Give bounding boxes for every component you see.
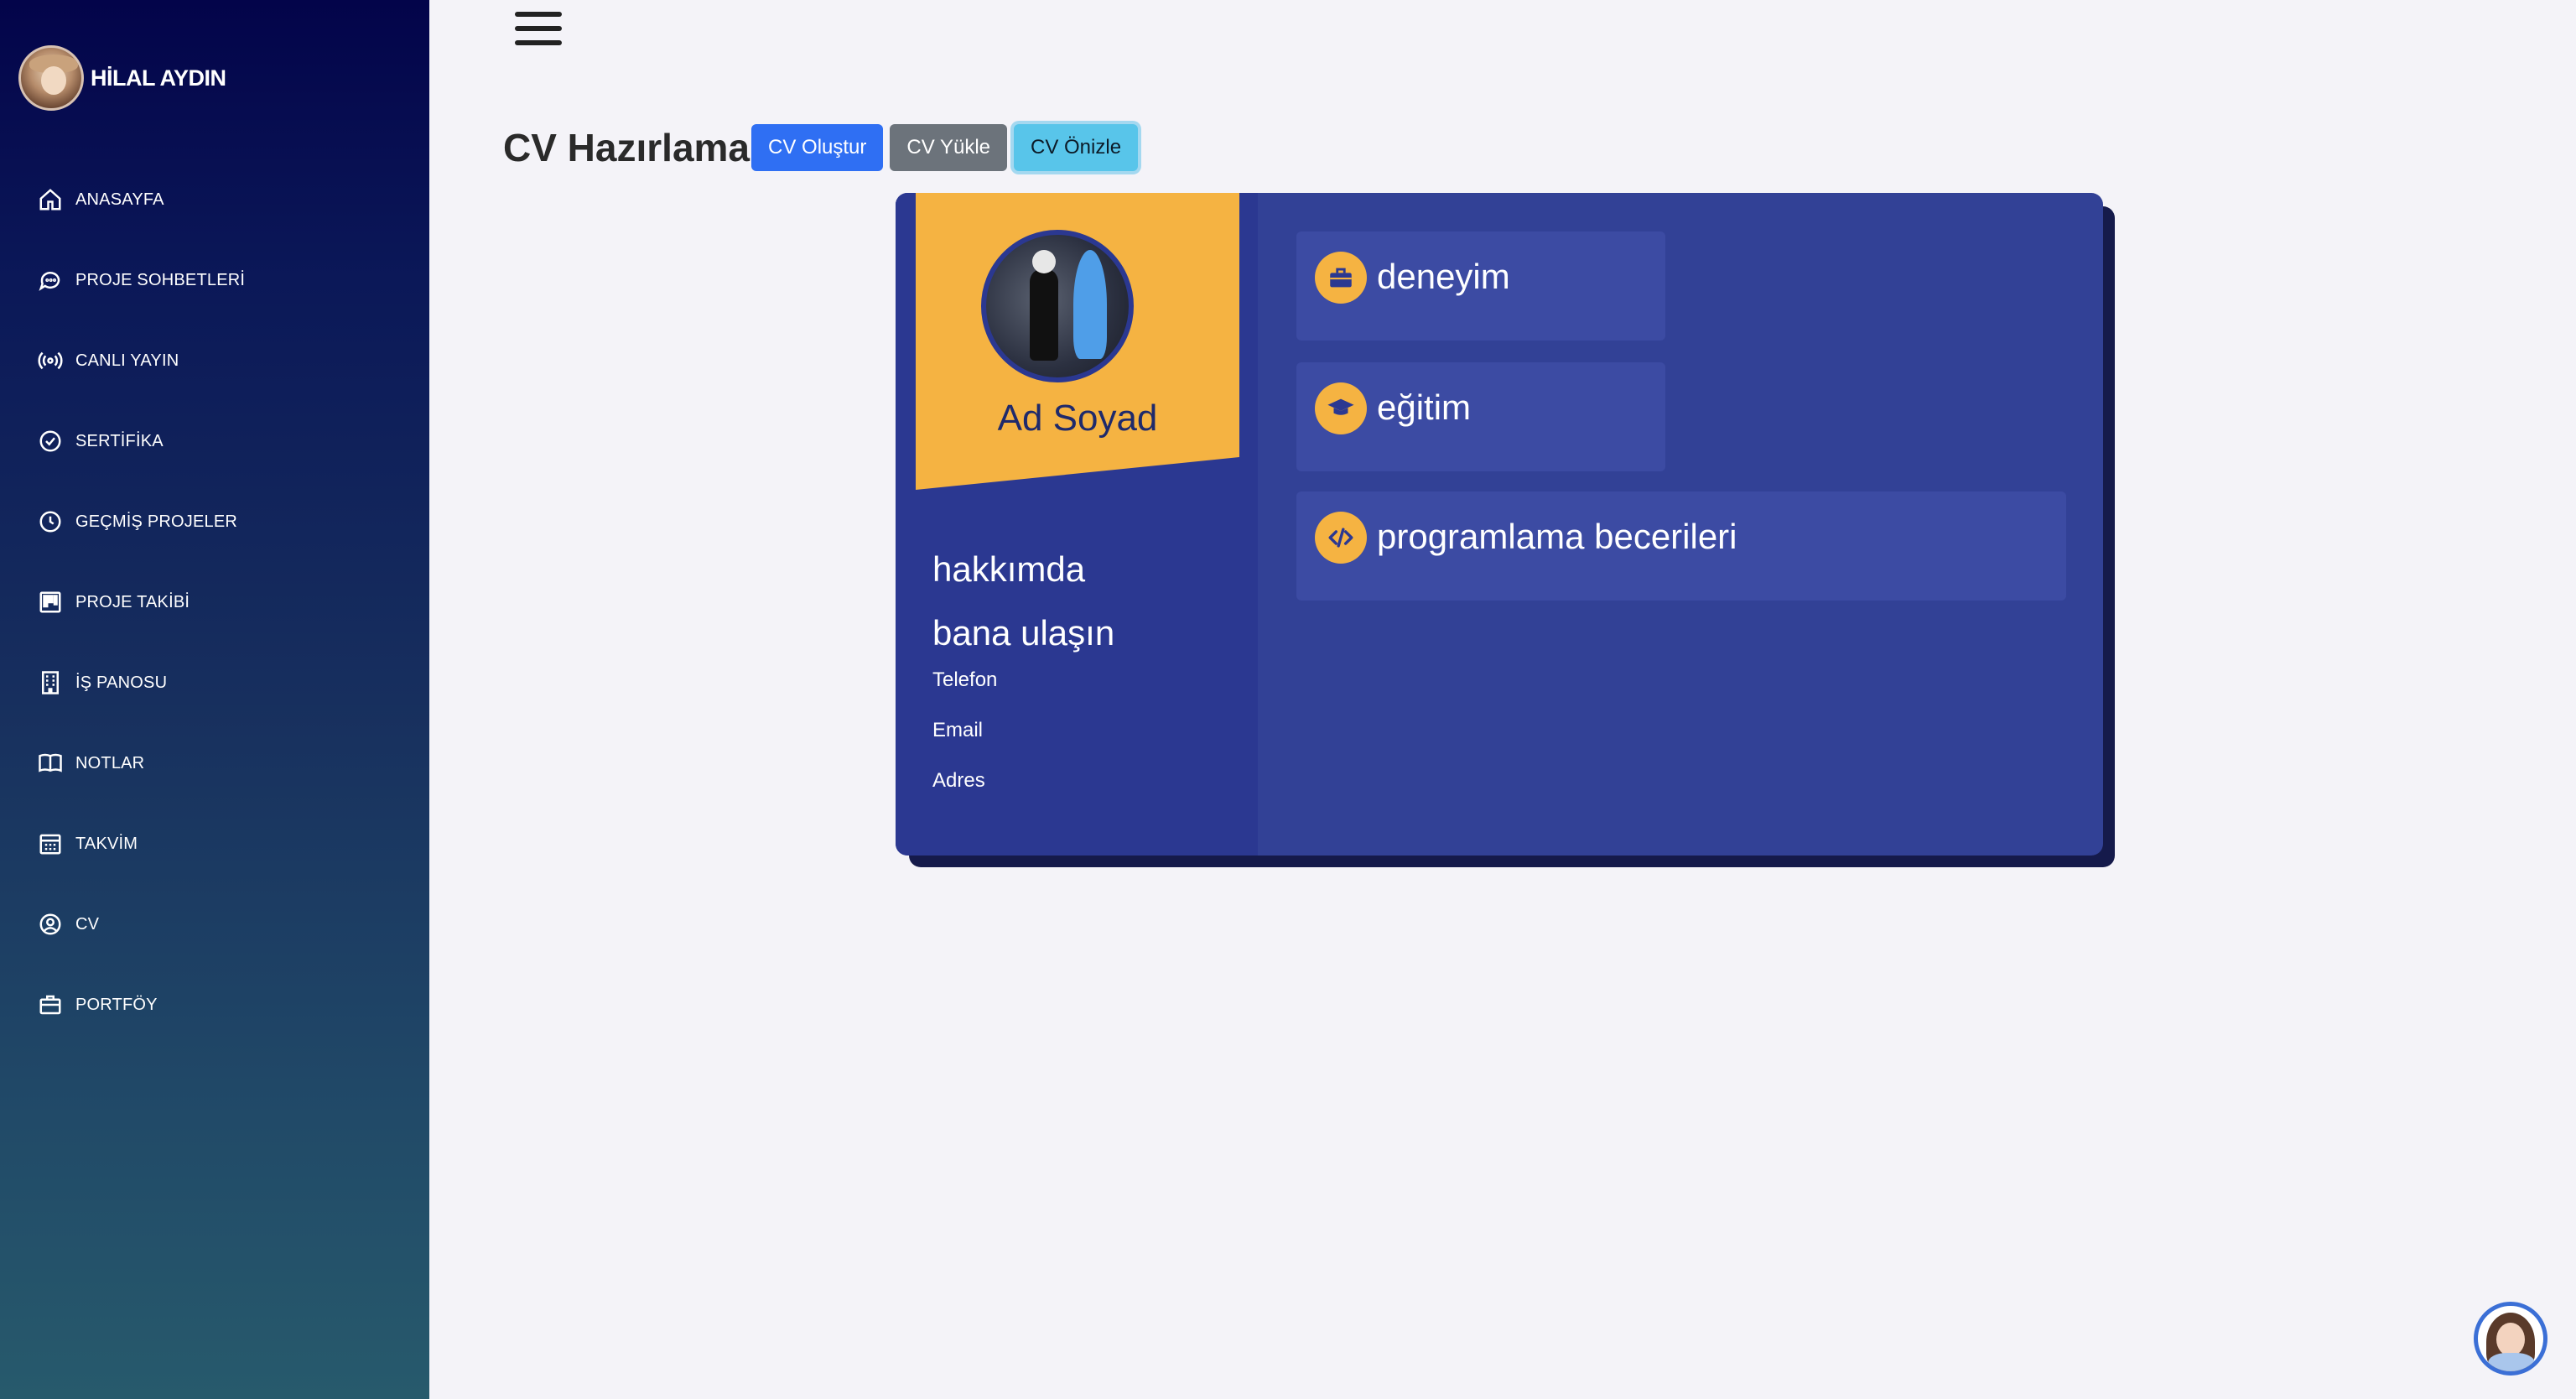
sidebar-item-portfoy[interactable]: PORTFÖY [37, 965, 245, 1045]
sidebar-item-label: NOTLAR [75, 753, 145, 772]
cv-create-button[interactable]: CV Oluştur [751, 123, 884, 171]
assistant-avatar-button[interactable] [2474, 1302, 2547, 1376]
graduation-cap-icon [1315, 382, 1367, 434]
experience-section: deneyim [1296, 231, 1665, 341]
contact-phone: Telefon [932, 668, 998, 691]
contact-email: Email [932, 719, 984, 741]
skills-label: programlama becerileri [1377, 517, 1737, 556]
sidebar-item-gecmis-projeler[interactable]: GEÇMİŞ PROJELER [37, 481, 245, 562]
sidebar-item-takvim[interactable]: TAKVİM [37, 804, 245, 884]
cv-name: Ad Soyad [997, 398, 1158, 439]
sidebar-nav: ANASAYFA PROJE SOHBETLERİ CANLI YAYIN SE… [37, 159, 245, 1045]
kanban-icon [37, 589, 64, 616]
sidebar-item-label: PROJE TAKİBİ [75, 592, 190, 611]
calendar-icon [37, 830, 64, 857]
building-icon [37, 669, 64, 696]
cv-preview-card: Ad Soyad hakkımda bana ulaşın Telefon Em… [896, 193, 2103, 856]
chat-icon [37, 267, 64, 294]
user-circle-icon [37, 911, 64, 938]
book-icon [37, 750, 64, 777]
sidebar-item-label: İŞ PANOSU [75, 673, 168, 692]
sidebar-item-canli-yayin[interactable]: CANLI YAYIN [37, 320, 245, 401]
sidebar-item-label: PORTFÖY [75, 995, 158, 1014]
sidebar-item-cv[interactable]: CV [37, 884, 245, 965]
broadcast-icon [37, 347, 64, 374]
sidebar-item-is-panosu[interactable]: İŞ PANOSU [37, 642, 245, 723]
briefcase-icon [37, 991, 64, 1018]
sidebar-item-label: CV [75, 914, 100, 934]
experience-label: deneyim [1377, 257, 1510, 296]
code-icon [1315, 512, 1367, 564]
sidebar-item-sertifika[interactable]: SERTİFİKA [37, 401, 245, 481]
contact-heading: bana ulaşın [932, 613, 1115, 653]
contact-address: Adres [932, 769, 985, 792]
cv-profile-photo [981, 230, 1134, 382]
skills-section: programlama becerileri [1296, 491, 2066, 601]
sidebar-item-label: PROJE SOHBETLERİ [75, 270, 246, 289]
cv-upload-button[interactable]: CV Yükle [890, 123, 1007, 171]
sidebar: HİLAL AYDIN ANASAYFA PROJE SOHBETLERİ CA… [0, 0, 429, 1399]
briefcase-icon [1315, 252, 1367, 304]
education-section: eğitim [1296, 362, 1665, 471]
sidebar-item-notlar[interactable]: NOTLAR [37, 723, 245, 804]
user-profile[interactable]: HİLAL AYDIN [18, 45, 226, 111]
page-title: CV Hazırlama [503, 125, 750, 169]
sidebar-item-proje-takibi[interactable]: PROJE TAKİBİ [37, 562, 245, 642]
sidebar-item-label: ANASAYFA [75, 190, 164, 209]
cv-right-column: deneyim eğitim programlama becerileri [1258, 193, 2103, 856]
education-label: eğitim [1377, 387, 1472, 427]
sidebar-item-proje-sohbetleri[interactable]: PROJE SOHBETLERİ [37, 240, 245, 320]
avatar[interactable] [18, 45, 84, 111]
sidebar-item-label: TAKVİM [75, 834, 138, 853]
badge-check-icon [37, 428, 64, 455]
home-icon [37, 186, 64, 213]
cv-preview-button[interactable]: CV Önizle [1014, 123, 1139, 171]
title-row: CV Hazırlama CV Oluştur CV Yükle CV Öniz… [503, 99, 1145, 196]
cv-left-column: Ad Soyad hakkımda bana ulaşın Telefon Em… [896, 193, 1258, 856]
sidebar-item-label: SERTİFİKA [75, 431, 164, 450]
clock-icon [37, 508, 64, 535]
profile-name: HİLAL AYDIN [91, 65, 226, 91]
hamburger-menu-icon[interactable] [515, 12, 562, 54]
sidebar-item-label: CANLI YAYIN [75, 351, 179, 370]
about-heading: hakkımda [932, 549, 1086, 589]
sidebar-item-anasayfa[interactable]: ANASAYFA [37, 159, 245, 240]
sidebar-item-label: GEÇMİŞ PROJELER [75, 512, 238, 531]
